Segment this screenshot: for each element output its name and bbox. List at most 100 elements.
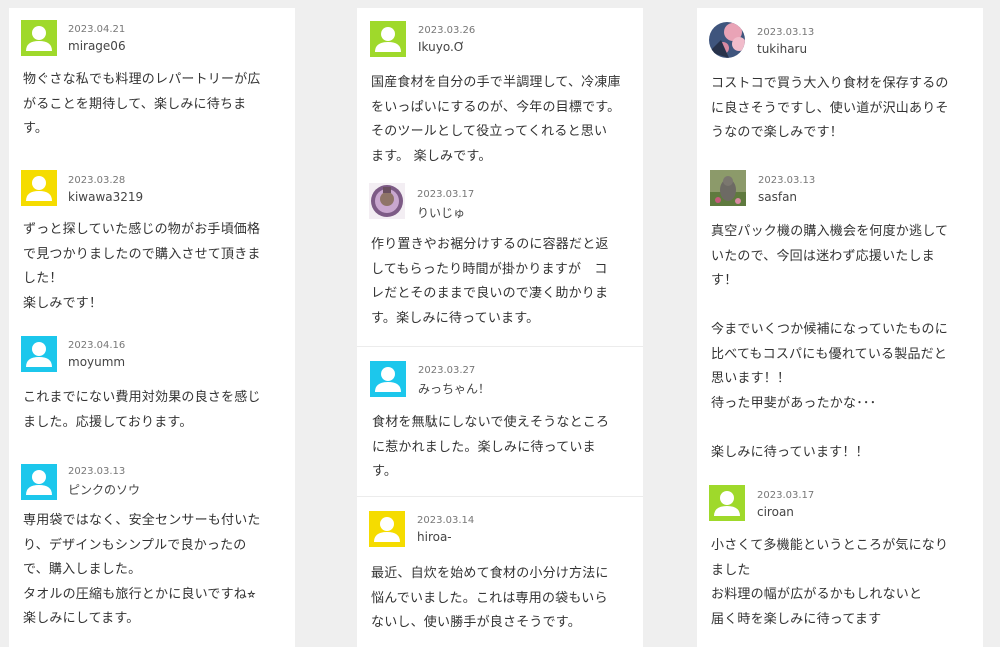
comment-line xyxy=(711,294,948,319)
comment-body: 作り置きやお裾分けするのに容器だと返 してもらったり時間が掛かりますが コレだとそ… xyxy=(371,233,609,331)
comment-date: 2023.03.26 xyxy=(418,25,476,36)
comment-card: 2023.03.13 ピンクのソウ 専用袋ではなく、安全センサーも付いた り、デザ… xyxy=(9,461,295,647)
comment-username[interactable]: みっちゃん！ xyxy=(418,380,490,397)
comment-line: そのツールとして役立ってくれると思い xyxy=(371,124,608,139)
comment-username[interactable]: mirage06 xyxy=(68,39,126,53)
avatar-photo[interactable] xyxy=(369,183,405,219)
comment-line: これまでにない費用対効果の良さを感じ xyxy=(23,390,261,405)
comment-line: に惹かれました。楽しみに待っていま xyxy=(372,439,596,455)
avatar-person-icon[interactable] xyxy=(21,20,57,56)
comment-card: 2023.03.17 りいじゅ 作り置きやお裾分けするのに容器だと返 してもらった… xyxy=(357,175,643,346)
comment-line: 作り置きやお裾分けするのに容器だと返 xyxy=(371,237,609,252)
comment-username[interactable]: りいじゅ xyxy=(417,204,465,221)
comment-body: 食材を無駄にしないで使えそうなところ に惹かれました。楽しみに待っていま す。 xyxy=(372,411,609,485)
comment-line: コストコで買う大入り食材を保存するの xyxy=(711,76,949,91)
comment-line: うなので楽しみです！ xyxy=(711,125,844,140)
comment-card: 2023.04.16 moyumm これまでにない費用対効果の良さを感じ ました。… xyxy=(9,333,295,461)
comment-username[interactable]: kiwawa3219 xyxy=(68,190,143,204)
comment-username[interactable]: tukiharu xyxy=(757,42,807,56)
avatar-person-icon[interactable] xyxy=(369,511,405,547)
comment-body: 最近、自炊を始めて食材の小分け方法に 悩んでいました。これは専用の袋もいら ないし、… xyxy=(371,562,609,636)
comment-line: 悩んでいました。これは専用の袋もいら xyxy=(371,590,608,606)
comment-line: をいっぱいにするのが、今年の目標です。 xyxy=(371,99,621,115)
comment-line: に良さそうですし、使い道が沢山ありそ xyxy=(711,100,949,116)
avatar-photo[interactable] xyxy=(709,22,745,58)
comment-line: レだとそのままで良いので凄く助かりま xyxy=(371,286,609,301)
comment-body: これまでにない費用対効果の良さを感じ ました。応援しております。 xyxy=(23,386,261,435)
comment-date: 2023.03.13 xyxy=(757,27,815,38)
comment-line: 届く時を楽しみに待ってます xyxy=(711,611,882,627)
comment-card: 2023.03.26 Ikuyo.Ơ 国産食材を自分の手で半調理して、冷凍庫 をい… xyxy=(357,8,643,175)
comment-line: タオルの圧縮も旅行とかに良いですね⭐︎ xyxy=(23,586,256,602)
comment-username[interactable]: sasfan xyxy=(758,190,797,204)
comment-line: 待った甲斐があったかな･･･ xyxy=(711,395,877,411)
comment-username[interactable]: ピンクのソウ xyxy=(68,481,140,498)
comment-line: ました。応援しております。 xyxy=(23,414,193,430)
comment-line: 物ぐさな私でも料理のレパートリーが広 xyxy=(23,72,261,87)
comment-line: 国産食材を自分の手で半調理して、冷凍庫 xyxy=(371,75,621,90)
comment-card: 2023.03.27 みっちゃん！ 食材を無駄にしないで使えそうなところ に惹かれ… xyxy=(357,346,643,497)
comment-line: で、購入しました。 xyxy=(23,562,142,577)
avatar-person-icon[interactable] xyxy=(370,21,406,57)
comment-date: 2023.04.16 xyxy=(68,340,126,351)
comment-column-3: 2023.03.13 tukiharu コストコで買う大入り食材を保存するの に良… xyxy=(697,8,983,647)
comment-line: 専用袋ではなく、安全センサーも付いた xyxy=(23,513,261,528)
comment-line: ずっと探していた感じの物がお手頃価格 xyxy=(23,222,261,237)
comment-date: 2023.03.13 xyxy=(68,466,126,477)
comment-username[interactable]: hiroa- xyxy=(417,530,452,544)
comment-line: す。楽しみに待っています。 xyxy=(371,310,540,326)
comment-body: 小さくて多機能というところが気になり ましたお料理の幅が広がるかもしれないと 届く時… xyxy=(711,534,948,632)
avatar-photo[interactable] xyxy=(710,170,746,206)
comment-line: 比べてもコスパにも優れている製品だと xyxy=(711,346,948,362)
comment-line xyxy=(711,416,948,441)
avatar-person-icon[interactable] xyxy=(370,361,406,397)
comment-line: 思います！！ xyxy=(711,371,791,386)
comment-date: 2023.03.28 xyxy=(68,175,126,186)
comment-line: ないし、使い勝手が良さそうです。 xyxy=(371,615,581,630)
comment-line: ました xyxy=(711,562,751,578)
comment-line: す。 xyxy=(23,121,49,136)
comment-body: 真空パック機の購入機会を何度か逃して いたので、今回は迷わず応援いたしま す！ 今まで… xyxy=(711,220,948,465)
comment-line: す。 xyxy=(372,464,398,479)
comment-line: してもらったり時間が掛かりますが コ xyxy=(371,261,608,277)
comment-date: 2023.04.21 xyxy=(68,24,126,35)
comment-line: す！ xyxy=(711,273,738,288)
comment-card: 2023.03.13 sasfan 真空パック機の購入機会を何度か逃して いたので… xyxy=(697,168,983,488)
comment-line: お料理の幅が広がるかもしれないと xyxy=(711,587,923,602)
comment-column-2: 2023.03.26 Ikuyo.Ơ 国産食材を自分の手で半調理して、冷凍庫 をい… xyxy=(357,8,643,647)
comment-line: 楽しみに待っています！！ xyxy=(711,444,869,460)
comment-line: いたので、今回は迷わず応援いたしま xyxy=(711,248,935,264)
comment-line: 食材を無駄にしないで使えそうなところ xyxy=(372,415,610,430)
comment-line: 小さくて多機能というところが気になり xyxy=(711,538,949,553)
comment-line: 楽しみです！ xyxy=(23,295,103,311)
comment-card: 2023.03.28 kiwawa3219 ずっと探していた感じの物がお手頃価格… xyxy=(9,168,295,333)
comment-date: 2023.03.17 xyxy=(417,189,475,200)
comment-date: 2023.03.17 xyxy=(757,490,815,501)
comment-line: がることを期待して、楽しみに待ちま xyxy=(23,96,247,112)
comment-date: 2023.03.14 xyxy=(417,515,475,526)
comment-line: 真空パック機の購入機会を何度か逃して xyxy=(711,224,949,239)
comment-line: した！ xyxy=(23,271,63,286)
comment-column-1: 2023.04.21 mirage06 物ぐさな私でも料理のレパートリーが広 がる… xyxy=(9,8,295,647)
comment-line: ます。 楽しみです。 xyxy=(371,148,492,164)
comment-line: で見つかりましたので購入させて頂きま xyxy=(23,246,261,262)
comment-date: 2023.03.13 xyxy=(758,175,816,186)
comment-card: 2023.03.13 tukiharu コストコで買う大入り食材を保存するの に良… xyxy=(697,8,983,168)
comment-card: 2023.03.14 hiroa- 最近、自炊を始めて食材の小分け方法に 悩んでい… xyxy=(357,496,643,647)
comment-username[interactable]: ciroan xyxy=(757,505,794,519)
comment-username[interactable]: Ikuyo.Ơ xyxy=(418,40,465,54)
avatar-person-icon[interactable] xyxy=(21,464,57,500)
comment-line: り、デザインもシンプルで良かったの xyxy=(23,537,247,553)
comment-body: ずっと探していた感じの物がお手頃価格 で見つかりましたので購入させて頂きま した！ 楽… xyxy=(23,218,261,316)
comment-body: 物ぐさな私でも料理のレパートリーが広 がることを期待して、楽しみに待ちま す。 xyxy=(23,68,261,142)
comment-body: コストコで買う大入り食材を保存するの に良さそうですし、使い道が沢山ありそ うなので… xyxy=(711,72,949,146)
avatar-person-icon[interactable] xyxy=(21,170,57,206)
comment-line: 最近、自炊を始めて食材の小分け方法に xyxy=(371,566,609,581)
comment-date: 2023.03.27 xyxy=(418,365,476,376)
avatar-person-icon[interactable] xyxy=(21,336,57,372)
comment-body: 専用袋ではなく、安全センサーも付いた り、デザインもシンプルで良かったの で、購入し… xyxy=(23,509,261,632)
comment-line: 楽しみにしてます。 xyxy=(23,611,140,626)
comment-line: 今までいくつか候補になっていたものに xyxy=(711,322,948,337)
comment-username[interactable]: moyumm xyxy=(68,355,125,369)
avatar-person-icon[interactable] xyxy=(709,485,745,521)
